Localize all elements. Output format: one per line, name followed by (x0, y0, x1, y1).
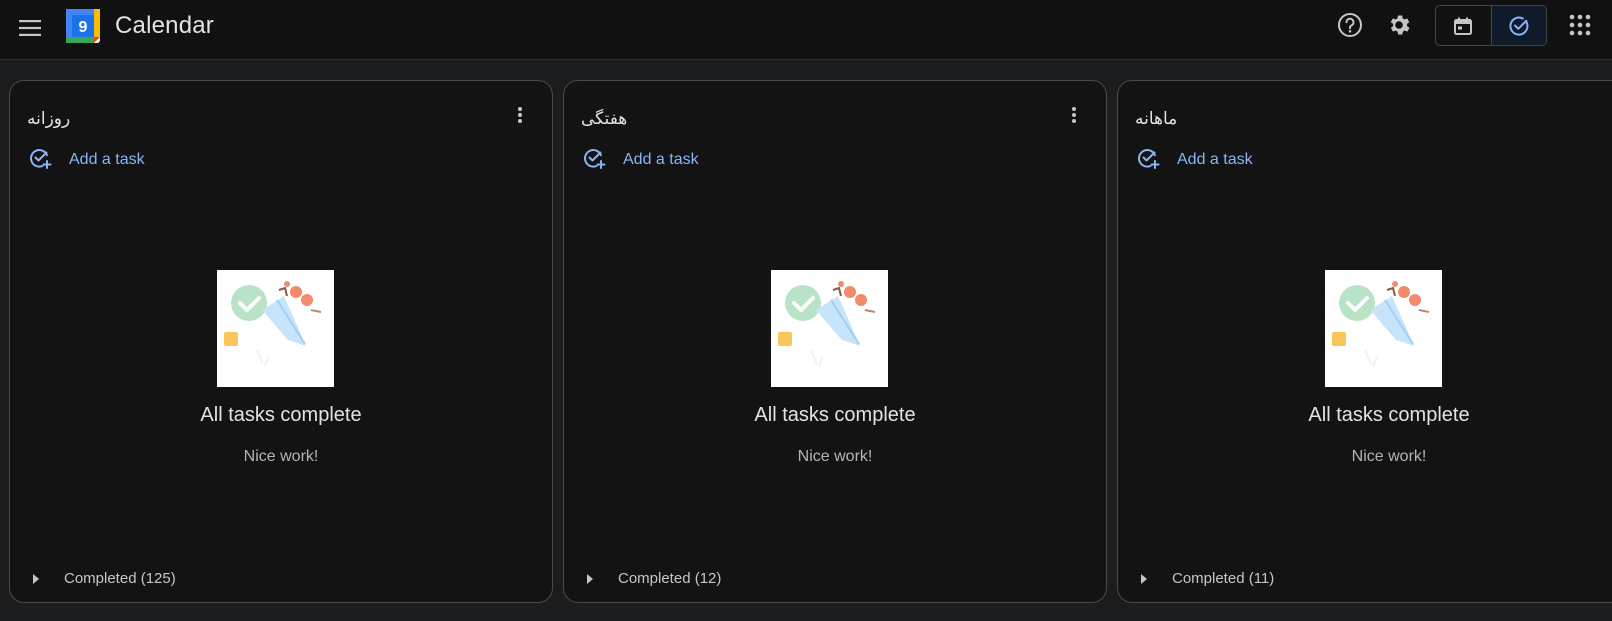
app-title: Calendar (115, 12, 214, 39)
task-list-title: هفتگی (581, 109, 628, 129)
add-task-icon (582, 146, 606, 175)
completed-count: Completed (125) (64, 570, 176, 587)
svg-text:9: 9 (79, 19, 88, 36)
more-options-icon[interactable] (1060, 101, 1088, 129)
tasks-icon[interactable] (1490, 6, 1546, 45)
caret-right-icon (1136, 571, 1152, 587)
top-app-bar: 9 Calendar (0, 0, 1612, 60)
completed-count: Completed (11) (1172, 570, 1275, 587)
add-task-icon (28, 146, 52, 175)
completed-section-toggle[interactable]: Completed (11) (1136, 570, 1274, 587)
task-lists-board: روزانه Add a task All tasks complete Nic… (0, 61, 1612, 621)
add-task-icon (1136, 146, 1160, 175)
calendar-icon[interactable] (1436, 6, 1491, 45)
apps-icon[interactable] (1564, 9, 1596, 41)
completed-section-toggle[interactable]: Completed (125) (28, 570, 176, 587)
view-switcher (1435, 5, 1547, 46)
empty-state-title: All tasks complete (754, 404, 916, 426)
task-list-title: روزانه (27, 109, 71, 129)
menu-icon[interactable] (14, 12, 46, 44)
task-list-card: روزانه Add a task All tasks complete Nic… (9, 80, 553, 603)
add-task-label: Add a task (623, 151, 699, 168)
all-done-illustration (217, 270, 334, 387)
caret-right-icon (582, 571, 598, 587)
settings-icon[interactable] (1383, 9, 1415, 41)
add-task-label: Add a task (69, 151, 145, 168)
completed-section-toggle[interactable]: Completed (12) (582, 570, 721, 587)
help-icon[interactable] (1334, 9, 1366, 41)
more-options-icon[interactable] (506, 101, 534, 129)
task-list-card: هفتگی Add a task All tasks complete Nice… (563, 80, 1107, 603)
task-list-title: ماهانه (1135, 109, 1178, 129)
empty-state-title: All tasks complete (1308, 404, 1470, 426)
empty-state-title: All tasks complete (200, 404, 362, 426)
task-list-card: ماهانه Add a task All tasks complete Nic… (1117, 80, 1612, 603)
all-done-illustration (1325, 270, 1442, 387)
add-task-button[interactable]: Add a task (582, 145, 699, 175)
empty-state-subtitle: Nice work! (797, 448, 873, 465)
empty-state-subtitle: Nice work! (243, 448, 319, 465)
completed-count: Completed (12) (618, 570, 722, 587)
all-done-illustration (771, 270, 888, 387)
caret-right-icon (28, 571, 44, 587)
add-task-label: Add a task (1177, 151, 1253, 168)
add-task-button[interactable]: Add a task (28, 145, 145, 175)
calendar-logo[interactable]: 9 (64, 7, 102, 45)
empty-state-subtitle: Nice work! (1351, 448, 1427, 465)
add-task-button[interactable]: Add a task (1136, 145, 1253, 175)
